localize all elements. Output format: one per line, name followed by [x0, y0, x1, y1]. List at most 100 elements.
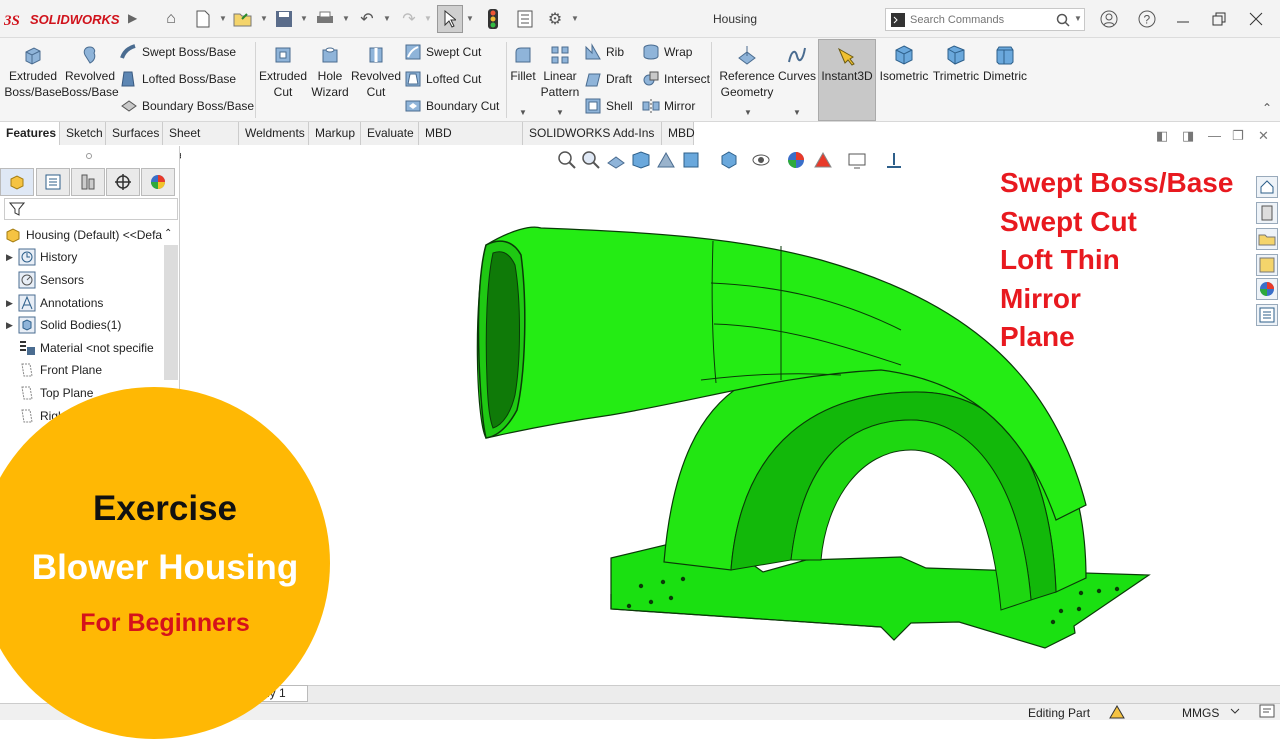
tree-item-sensors[interactable]: Sensors — [0, 269, 178, 291]
previous-view-icon[interactable] — [605, 149, 627, 171]
tab-sheet-metal[interactable]: Sheet Metal — [163, 122, 239, 162]
undo-dropdown-icon[interactable]: ▼ — [383, 14, 391, 23]
zoom-to-fit-icon[interactable] — [556, 149, 578, 171]
tree-item-material[interactable]: Material <not specifie — [0, 337, 178, 359]
appearances-icon[interactable] — [1256, 278, 1278, 300]
boundary-boss-button[interactable]: Boundary Boss/Base — [120, 96, 254, 116]
tab-solidworks-add-ins[interactable]: SOLIDWORKS Add-Ins — [523, 122, 662, 145]
tile-left-icon[interactable]: ◧ — [1156, 128, 1168, 144]
filter-bar[interactable] — [4, 198, 178, 220]
undo-icon[interactable]: ↶ — [356, 8, 378, 30]
filter-icon[interactable] — [9, 201, 25, 217]
isometric-view-button[interactable]: Isometric — [878, 44, 930, 84]
fillet-dropdown-icon[interactable]: ▼ — [519, 108, 527, 117]
tree-root[interactable]: Housing (Default) <<Defa — [0, 224, 178, 246]
linear-pattern-button[interactable]: Linear Pattern — [540, 44, 580, 100]
trimetric-view-button[interactable]: Trimetric — [932, 44, 980, 84]
save-icon[interactable] — [273, 8, 295, 30]
open-dropdown-icon[interactable]: ▼ — [260, 14, 268, 23]
reference-dropdown-icon[interactable]: ▼ — [744, 108, 752, 117]
expand-arrow-icon[interactable]: ▶ — [6, 298, 18, 309]
draft-button[interactable]: Draft — [584, 69, 632, 89]
search-input[interactable] — [910, 12, 1050, 28]
display-style-icon[interactable] — [718, 149, 740, 171]
tab-markup[interactable]: Markup — [309, 122, 361, 145]
view-orientation-icon[interactable] — [680, 149, 702, 171]
tab-mbd[interactable]: MBD — [662, 122, 695, 145]
expand-arrow-icon[interactable]: ▶ — [6, 252, 18, 263]
revolved-boss-button[interactable]: Revolved Boss/Base — [61, 44, 119, 100]
expand-arrow-icon[interactable]: ▶ — [6, 320, 18, 331]
swept-cut-button[interactable]: Swept Cut — [404, 42, 481, 62]
print-dropdown-icon[interactable]: ▼ — [342, 14, 350, 23]
configuration-manager-tab[interactable] — [71, 168, 105, 196]
close-icon[interactable] — [1245, 8, 1267, 30]
tree-item-history[interactable]: ▶ History — [0, 246, 178, 268]
rebuild-icon[interactable] — [482, 8, 504, 30]
print-icon[interactable] — [314, 8, 336, 30]
options-dropdown-icon[interactable]: ▼ — [571, 14, 579, 23]
tree-item-annotations[interactable]: ▶ Annotations — [0, 292, 178, 314]
lofted-cut-button[interactable]: Lofted Cut — [404, 69, 481, 89]
file-explorer-icon[interactable] — [1256, 228, 1278, 250]
home-icon[interactable]: ⌂ — [160, 8, 182, 30]
curves-dropdown-icon[interactable]: ▼ — [793, 108, 801, 117]
design-library-icon[interactable] — [1256, 202, 1278, 224]
search-dropdown-icon[interactable]: ▼ — [1074, 14, 1082, 23]
tab-surfaces[interactable]: Surfaces — [106, 122, 163, 145]
zoom-to-area-icon[interactable] — [580, 149, 602, 171]
view-settings-icon[interactable] — [846, 149, 868, 171]
extruded-boss-button[interactable]: Extruded Boss/Base — [4, 44, 62, 100]
extruded-cut-button[interactable]: Extruded Cut — [258, 44, 308, 100]
lofted-boss-button[interactable]: Lofted Boss/Base — [120, 69, 236, 89]
wrap-button[interactable]: Wrap — [642, 42, 692, 62]
scroll-up-icon[interactable]: ⌃ — [164, 228, 172, 239]
solidworks-logo[interactable]: 3S SOLIDWORKS — [4, 9, 120, 29]
select-icon[interactable] — [437, 5, 463, 33]
file-properties-icon[interactable] — [514, 8, 536, 30]
revolved-cut-button[interactable]: Revolved Cut — [351, 44, 401, 100]
section-view-icon[interactable] — [630, 149, 652, 171]
custom-properties-icon[interactable] — [1256, 304, 1278, 326]
user-account-icon[interactable] — [1098, 8, 1120, 30]
redo-icon[interactable]: ↷ — [398, 8, 420, 30]
dimetric-view-button[interactable]: Dimetric — [982, 44, 1028, 84]
triad-icon[interactable] — [883, 149, 905, 171]
redo-dropdown-icon[interactable]: ▼ — [424, 14, 432, 23]
open-icon[interactable] — [232, 8, 254, 30]
curves-button[interactable]: Curves — [778, 44, 816, 84]
tile-right-icon[interactable]: ◨ — [1182, 128, 1194, 144]
property-manager-tab[interactable] — [36, 168, 70, 196]
hole-wizard-button[interactable]: Hole Wizard — [309, 44, 351, 100]
instant3d-button[interactable]: Instant3D — [820, 44, 874, 84]
rib-button[interactable]: Rib — [584, 42, 624, 62]
options-gear-icon[interactable]: ⚙ — [544, 8, 566, 30]
pattern-dropdown-icon[interactable]: ▼ — [556, 108, 564, 117]
minimize-icon[interactable] — [1172, 8, 1194, 30]
apply-scene-icon[interactable] — [812, 149, 834, 171]
menu-expand-icon[interactable]: ▶ — [128, 11, 137, 25]
dimxpert-tab[interactable] — [106, 168, 140, 196]
tree-item-solid-bodies[interactable]: ▶ Solid Bodies(1) — [0, 314, 178, 336]
display-manager-tab[interactable] — [141, 168, 175, 196]
tree-item-front-plane[interactable]: Front Plane — [0, 359, 178, 381]
edit-appearance-icon[interactable] — [785, 149, 807, 171]
shell-button[interactable]: Shell — [584, 96, 633, 116]
boundary-cut-button[interactable]: Boundary Cut — [404, 96, 499, 116]
tab-evaluate[interactable]: Evaluate — [361, 122, 419, 145]
quick-tips-icon[interactable] — [1258, 703, 1276, 719]
doc-minimize-icon[interactable]: — — [1208, 128, 1221, 143]
help-icon[interactable]: ? — [1136, 8, 1158, 30]
search-commands[interactable]: ▼ — [885, 8, 1085, 31]
doc-restore-icon[interactable]: ❐ — [1232, 128, 1244, 144]
new-document-icon[interactable] — [192, 8, 214, 30]
restore-icon[interactable] — [1208, 8, 1230, 30]
solidworks-resources-icon[interactable] — [1256, 176, 1278, 198]
search-icon[interactable] — [1056, 13, 1070, 27]
new-dropdown-icon[interactable]: ▼ — [219, 14, 227, 23]
tab-mbd-dimensions[interactable]: MBD Dimensions — [419, 122, 523, 162]
tab-features[interactable]: Features — [0, 122, 60, 145]
mirror-button[interactable]: Mirror — [642, 96, 695, 116]
status-units[interactable]: MMGS — [1182, 706, 1219, 720]
doc-close-icon[interactable]: ✕ — [1258, 128, 1269, 144]
